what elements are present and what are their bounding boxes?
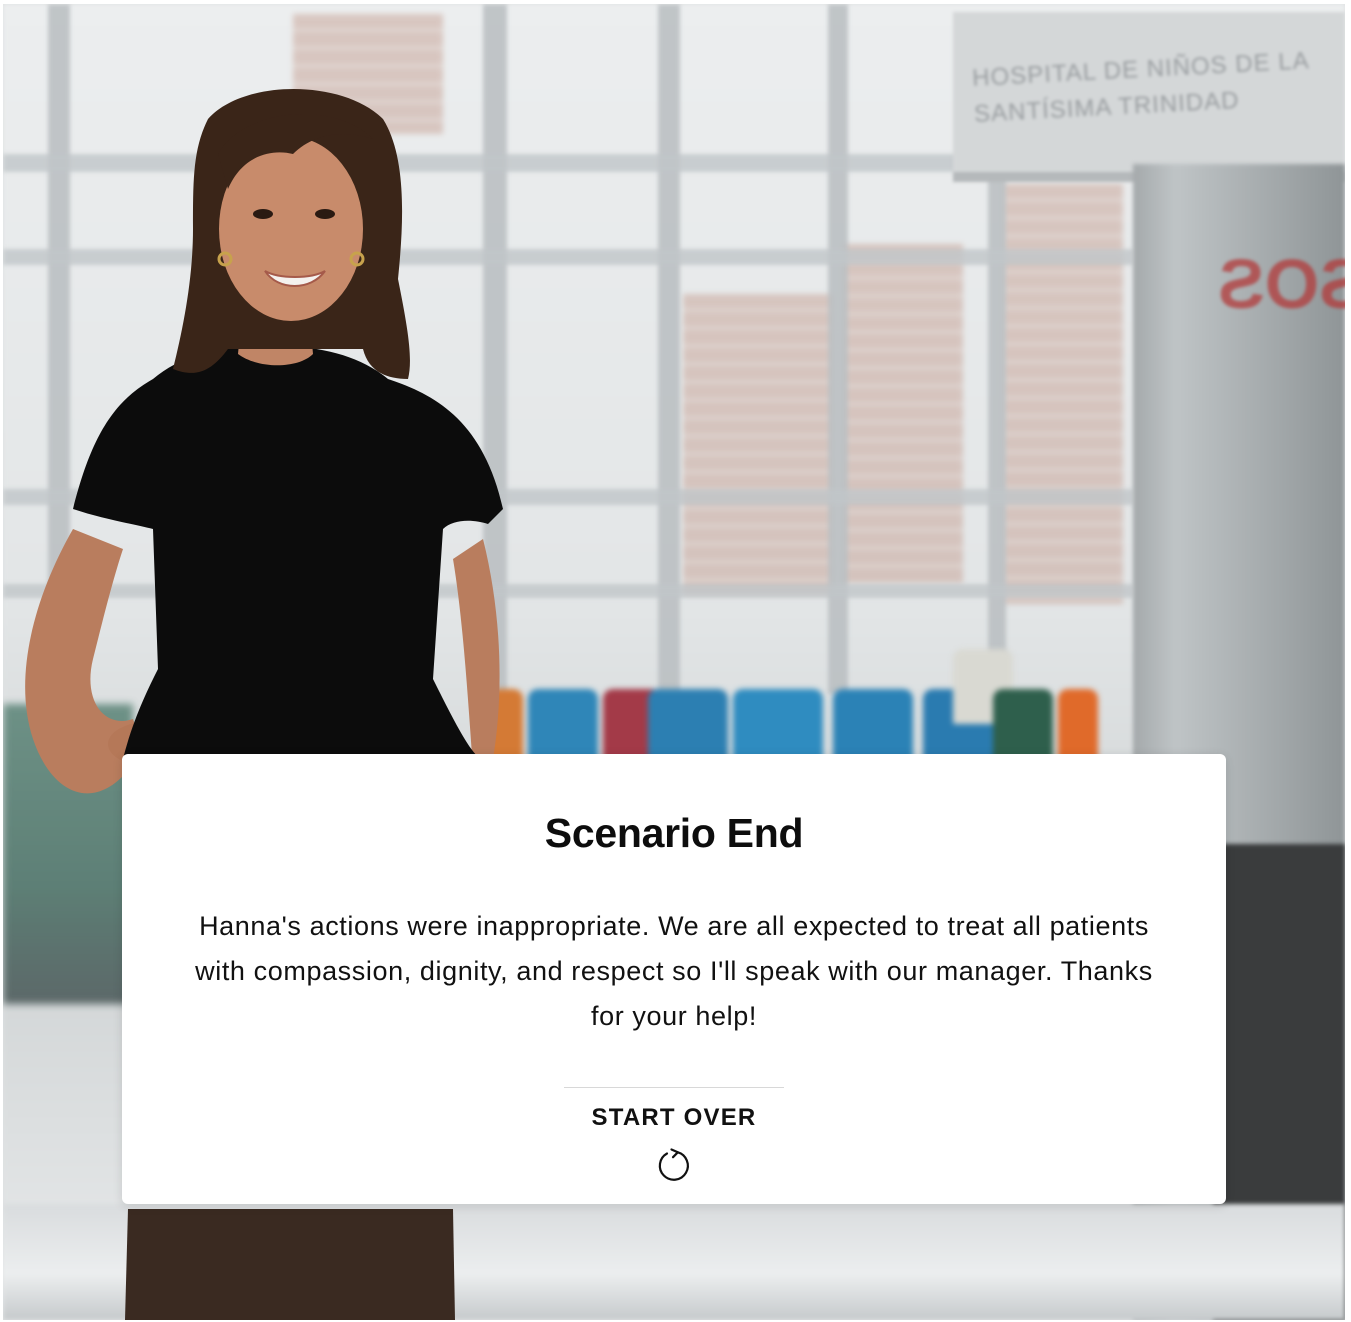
start-over-button[interactable]: START OVER [554, 1092, 794, 1192]
scenario-stage: HOSPITAL DE NIÑOS DE LA SANTÍSIMA TRINID… [3, 4, 1345, 1320]
background-brick [843, 244, 963, 584]
dialog-title: Scenario End [544, 810, 804, 856]
background-brick [683, 294, 833, 594]
hospital-sign: HOSPITAL DE NIÑOS DE LA SANTÍSIMA TRINID… [953, 12, 1345, 182]
kiosk-lettering: SOS [1218, 245, 1345, 323]
waiting-chairs [483, 649, 1123, 764]
restart-icon [658, 1148, 689, 1181]
dialog-divider [564, 1087, 784, 1088]
hospital-sign-text: HOSPITAL DE NIÑOS DE LA SANTÍSIMA TRINID… [971, 47, 1309, 128]
start-over-label: START OVER [591, 1104, 757, 1131]
window-frame [988, 164, 1006, 684]
scenario-end-dialog: Scenario End Hanna's actions were inappr… [122, 754, 1226, 1204]
background-brick [1003, 184, 1123, 604]
dialog-message: Hanna's actions were inappropriate. We a… [195, 911, 1153, 1031]
